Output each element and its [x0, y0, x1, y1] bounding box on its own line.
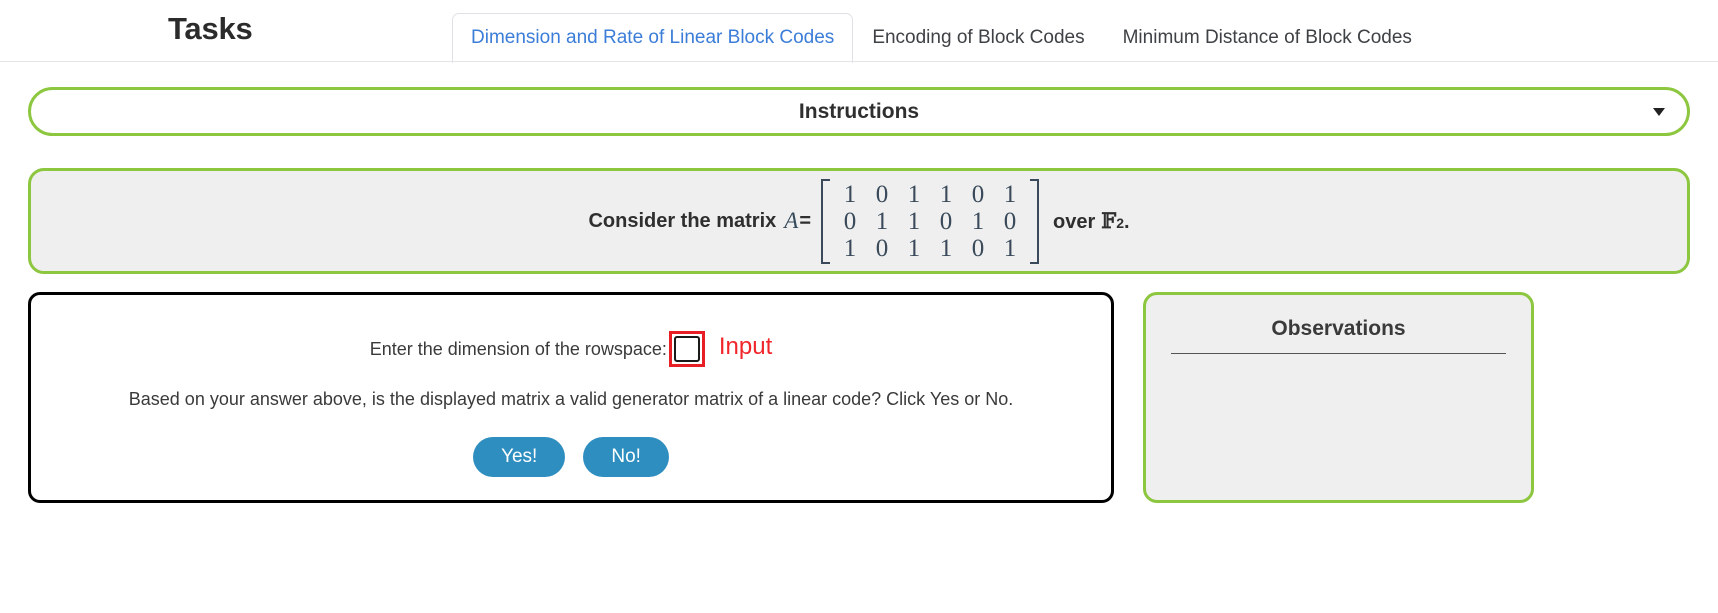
dimension-input-row: Enter the dimension of the rowspace: Inp…	[31, 331, 1111, 367]
matrix-left-bracket	[821, 178, 831, 264]
answer-panel: Enter the dimension of the rowspace: Inp…	[28, 292, 1114, 503]
chevron-down-icon[interactable]	[1653, 107, 1665, 116]
matrix-cell: 0	[939, 207, 953, 235]
tab-minimum-distance-of-block-codes[interactable]: Minimum Distance of Block Codes	[1104, 13, 1431, 63]
matrix-cell: 1	[907, 180, 921, 208]
matrix-cell: 0	[875, 234, 889, 262]
yes-button[interactable]: Yes!	[473, 437, 566, 477]
observations-title: Observations	[1271, 317, 1406, 340]
matrix-variable: A	[784, 208, 799, 233]
matrix-cell: 1	[1003, 180, 1017, 208]
matrix-row: 1 0 1 1 0 1	[834, 181, 1026, 208]
matrix-cell: 0	[971, 234, 985, 262]
no-button[interactable]: No!	[583, 437, 669, 477]
matrix-cell: 1	[939, 234, 953, 262]
tab-bar: Dimension and Rate of Linear Block Codes…	[452, 0, 1431, 63]
header: Tasks Dimension and Rate of Linear Block…	[0, 0, 1718, 63]
validity-question-text: Based on your answer above, is the displ…	[128, 389, 1014, 409]
dimension-input-wrapper	[668, 331, 705, 367]
input-highlight-annotation	[668, 331, 705, 367]
matrix-row: 0 1 1 0 1 0	[834, 208, 1026, 235]
field-subscript: 2	[1116, 215, 1124, 231]
blackboard-f-symbol: 𝔽	[1101, 208, 1117, 233]
page-root: Tasks Dimension and Rate of Linear Block…	[0, 0, 1718, 613]
input-annotation-label: Input	[718, 333, 773, 360]
matrix-cell: 1	[939, 180, 953, 208]
matrix-cell: 1	[971, 207, 985, 235]
tab-dimension-and-rate-of-linear-block-codes[interactable]: Dimension and Rate of Linear Block Codes	[452, 13, 854, 63]
observations-body	[1146, 354, 1531, 474]
tab-label: Minimum Distance of Block Codes	[1122, 27, 1412, 49]
matrix-cell: 0	[1003, 207, 1017, 235]
field-lead-text: over	[1053, 211, 1096, 233]
problem-statement-panel: Consider the matrix A = 1 0 1 1 0 1 0 1 …	[28, 168, 1690, 274]
answer-button-group: Yes! No!	[31, 437, 1111, 477]
matrix-cell: 1	[843, 180, 857, 208]
page-title: Tasks	[168, 11, 253, 46]
matrix-cell: 1	[907, 207, 921, 235]
matrix-cell: 0	[843, 207, 857, 235]
problem-lead-text: Consider the matrix	[588, 209, 777, 232]
equals-sign: =	[799, 209, 812, 232]
tab-label: Dimension and Rate of Linear Block Codes	[471, 27, 835, 49]
tab-bar-underline	[0, 61, 1718, 62]
matrix-cell: 1	[907, 234, 921, 262]
matrix-row: 1 0 1 1 0 1	[834, 235, 1026, 262]
tab-label: Encoding of Block Codes	[872, 27, 1085, 49]
matrix-display: 1 0 1 1 0 1 0 1 1 0 1 0 1 0 1 1 0 1	[821, 178, 1040, 264]
dimension-input[interactable]	[673, 336, 700, 362]
tab-encoding-of-block-codes[interactable]: Encoding of Block Codes	[853, 13, 1103, 63]
matrix-cell: 1	[875, 207, 889, 235]
problem-statement-content: Consider the matrix A = 1 0 1 1 0 1 0 1 …	[588, 178, 1130, 264]
matrix-cell: 0	[971, 180, 985, 208]
dimension-input-label: Enter the dimension of the rowspace:	[369, 338, 667, 359]
observations-panel: Observations	[1143, 292, 1534, 503]
instructions-accordion[interactable]: Instructions	[28, 87, 1690, 136]
matrix-cell: 1	[843, 234, 857, 262]
matrix-rows: 1 0 1 1 0 1 0 1 1 0 1 0 1 0 1 1 0 1	[830, 179, 1030, 264]
field-statement: over 𝔽 2 .	[1053, 208, 1130, 234]
instructions-label: Instructions	[798, 99, 920, 123]
matrix-right-bracket	[1030, 178, 1040, 264]
field-period: .	[1123, 211, 1130, 233]
matrix-cell: 1	[1003, 234, 1017, 262]
matrix-cell: 0	[875, 180, 889, 208]
